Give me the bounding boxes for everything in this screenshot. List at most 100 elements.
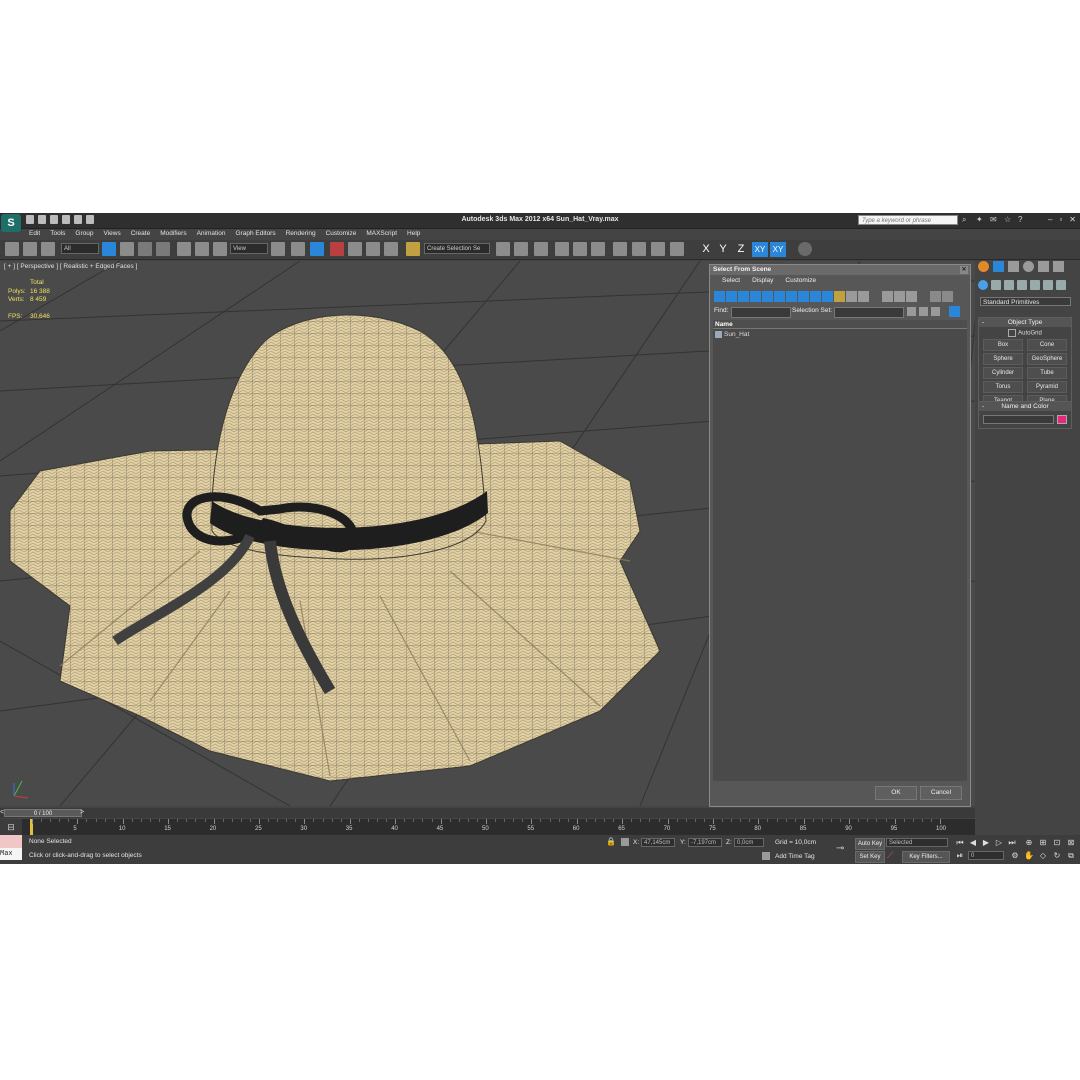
y-coord-field[interactable]: -7,197cm — [688, 838, 722, 847]
name-column-header[interactable]: Name — [713, 320, 967, 329]
binoculars-icon[interactable]: ⌕ — [962, 215, 971, 224]
utilities-tab-icon[interactable] — [1053, 261, 1064, 272]
pyramid-button[interactable]: Pyramid — [1027, 381, 1067, 393]
sphere-button[interactable]: Sphere — [983, 353, 1023, 365]
axis-xy-button[interactable]: XY — [752, 242, 768, 257]
filter-icon[interactable] — [930, 291, 941, 302]
schematic-view-icon[interactable] — [591, 242, 605, 256]
display-space-warps-icon[interactable] — [774, 291, 785, 302]
name-and-color-header[interactable]: - Name and Color — [979, 402, 1071, 411]
list-item[interactable]: Sun_Hat — [715, 331, 749, 338]
selection-lock-icon[interactable]: 🔒 — [606, 838, 616, 846]
cameras-category-icon[interactable] — [1017, 280, 1027, 290]
render-production-icon[interactable] — [670, 242, 684, 256]
display-groups-icon[interactable] — [786, 291, 797, 302]
axis-y-button[interactable]: Y — [715, 242, 731, 257]
tube-button[interactable]: Tube — [1027, 367, 1067, 379]
align-icon[interactable] — [514, 242, 528, 256]
select-rotate-icon[interactable] — [195, 242, 209, 256]
create-selection-set-icon[interactable] — [907, 307, 916, 316]
select-and-link-icon[interactable] — [5, 242, 19, 256]
hierarchy-tab-icon[interactable] — [1008, 261, 1019, 272]
current-frame-field[interactable]: 0 — [968, 851, 1004, 860]
angle-snap-icon[interactable] — [348, 242, 362, 256]
dialog-menu-display[interactable]: Display — [746, 275, 779, 287]
reference-coordinate-dropdown[interactable]: View — [230, 243, 268, 254]
lights-category-icon[interactable] — [1004, 280, 1014, 290]
communication-icon[interactable]: ✉ — [990, 215, 999, 224]
select-none-icon[interactable] — [894, 291, 905, 302]
render-setup-icon[interactable] — [632, 242, 646, 256]
find-input[interactable] — [731, 307, 791, 318]
edit-named-selection-icon[interactable] — [406, 242, 420, 256]
unlink-icon[interactable] — [23, 242, 37, 256]
zoom-extents-icon[interactable]: ⊡ — [1052, 838, 1062, 847]
geometry-category-icon[interactable] — [978, 280, 988, 290]
display-bones-icon[interactable] — [810, 291, 821, 302]
menu-item-tools[interactable]: Tools — [45, 229, 70, 239]
close-icon[interactable]: ✕ — [1069, 215, 1076, 224]
time-configuration-icon[interactable]: ⚙ — [1010, 851, 1020, 860]
systems-category-icon[interactable] — [1056, 280, 1066, 290]
torus-button[interactable]: Torus — [983, 381, 1023, 393]
display-lights-icon[interactable] — [738, 291, 749, 302]
maxscript-listener-mini[interactable] — [0, 835, 22, 848]
keyboard-shortcut-override-icon[interactable] — [310, 242, 324, 256]
named-selection-set-dropdown[interactable]: Create Selection Se — [424, 243, 490, 254]
pan-icon[interactable]: ✋ — [1024, 851, 1034, 860]
display-frozen-icon[interactable] — [834, 291, 845, 302]
previous-frame-icon[interactable]: ◀ — [968, 838, 978, 847]
object-type-header[interactable]: - Object Type — [979, 318, 1071, 327]
window-crossing-icon[interactable] — [156, 242, 170, 256]
absolute-mode-icon[interactable] — [621, 838, 629, 846]
layer-manager-icon[interactable] — [534, 242, 548, 256]
key-selection-dropdown[interactable]: Selected — [886, 838, 948, 847]
selection-filter-dropdown[interactable]: All — [61, 243, 99, 254]
menu-item-create[interactable]: Create — [126, 229, 156, 239]
mirror-icon[interactable] — [496, 242, 510, 256]
menu-item-animation[interactable]: Animation — [192, 229, 231, 239]
modify-tab-icon[interactable] — [993, 261, 1004, 272]
go-to-start-icon[interactable]: ⏮ — [955, 838, 965, 847]
dialog-menu-customize[interactable]: Customize — [779, 275, 822, 287]
graphite-modeling-icon[interactable] — [555, 242, 569, 256]
axis-x-button[interactable]: X — [698, 242, 714, 257]
object-color-swatch[interactable] — [1057, 415, 1067, 424]
bind-space-warp-icon[interactable] — [41, 242, 55, 256]
menu-item-views[interactable]: Views — [98, 229, 125, 239]
viewport-label[interactable]: [ + ] [ Perspective ] [ Realistic + Edge… — [4, 263, 137, 270]
maximize-viewport-icon[interactable]: ⧉ — [1066, 851, 1076, 860]
selection-set-dropdown[interactable] — [834, 307, 904, 318]
cylinder-button[interactable]: Cylinder — [983, 367, 1023, 379]
cone-button[interactable]: Cone — [1027, 339, 1067, 351]
time-tag-icon[interactable] — [762, 852, 770, 860]
cancel-button[interactable]: Cancel — [920, 786, 962, 800]
orbit-icon[interactable]: ↻ — [1052, 851, 1062, 860]
go-to-end-icon[interactable]: ⏭ — [1007, 838, 1017, 847]
help-search-input[interactable]: Type a keyword or phrase — [858, 215, 958, 225]
maximize-icon[interactable]: ▫ — [1059, 215, 1062, 224]
display-shapes-icon[interactable] — [726, 291, 737, 302]
scene-object-list[interactable]: Sun_Hat — [713, 329, 967, 781]
z-coord-field[interactable]: 0,0cm — [734, 838, 764, 847]
menu-item-group[interactable]: Group — [70, 229, 98, 239]
remove-from-selection-set-icon[interactable] — [931, 307, 940, 316]
set-key-button[interactable]: Set Key — [855, 851, 885, 863]
material-editor-icon[interactable] — [613, 242, 627, 256]
select-scale-icon[interactable] — [213, 242, 227, 256]
key-icon[interactable]: ⟋ — [887, 850, 899, 860]
display-tab-icon[interactable] — [1038, 261, 1049, 272]
dialog-menu-select[interactable]: Select — [716, 275, 746, 287]
help-icon[interactable]: ? — [1018, 215, 1027, 224]
set-key-mode-icon[interactable]: ⊸ — [836, 843, 844, 854]
display-geometry-icon[interactable] — [714, 291, 725, 302]
primitive-category-dropdown[interactable]: Standard Primitives — [980, 297, 1071, 306]
display-containers-icon[interactable] — [822, 291, 833, 302]
select-manipulate-icon[interactable] — [291, 242, 305, 256]
add-time-tag[interactable]: Add Time Tag — [775, 853, 815, 860]
time-slider-prev-icon[interactable]: < — [0, 809, 4, 816]
box-button[interactable]: Box — [983, 339, 1023, 351]
subscription-icon[interactable]: ✦ — [976, 215, 985, 224]
time-slider-next-icon[interactable]: > — [80, 809, 84, 816]
shapes-category-icon[interactable] — [991, 280, 1001, 290]
